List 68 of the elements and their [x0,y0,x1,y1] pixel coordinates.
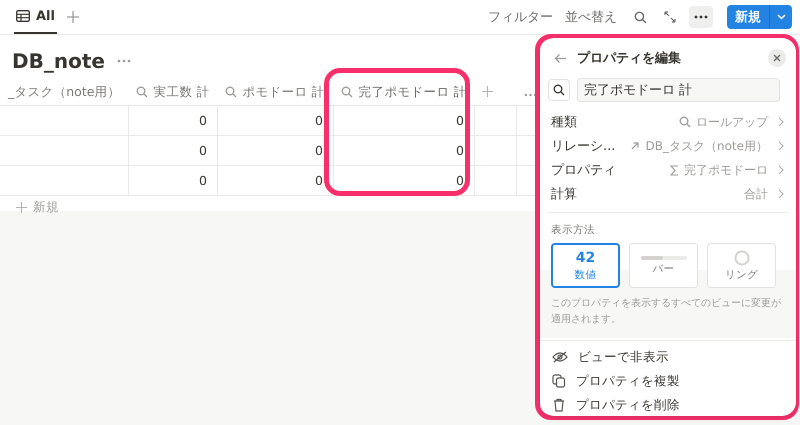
more-icon[interactable] [524,92,538,96]
eye-slash-icon [552,351,568,363]
toolbar-link[interactable]: フィルター [488,8,553,26]
chevron-icon [778,165,784,175]
help-text: このプロパティを表示するすべてのビューに変更が適用されます。 [551,298,781,325]
display-option[interactable]: 42 数値 [551,243,620,288]
field-value[interactable]: ロールアップ [696,114,768,130]
field-label: 種類 [551,114,577,131]
column-header[interactable]: 実工数 計 [153,84,210,100]
bar-preview-icon [640,256,686,260]
menu-item[interactable]: ビューで非表示 [540,345,681,369]
chevron-icon [778,141,784,151]
search-icon [341,86,354,98]
menu-item[interactable]: プロパティを削除 [540,393,692,416]
database-title: DB_note [12,49,105,73]
caret-icon [776,14,786,20]
table-cell: 0 [456,173,464,188]
search-icon [679,116,691,128]
chevron-icon [778,189,784,199]
table-cell: 0 [314,113,323,128]
table-cell: 0 [314,173,323,188]
table-icon [16,10,30,22]
column-header[interactable]: 完了ポモドーロ 計 [358,84,466,100]
chevron-icon [778,117,784,127]
new-button[interactable]: 新規 [727,5,792,29]
more-icon[interactable] [116,59,131,63]
toolbar-link[interactable]: 並べ替え [565,8,617,26]
field-value[interactable]: DB_タスク（note用） [645,138,768,154]
new-row-button[interactable]: 新規 [16,196,59,216]
add-view-icon[interactable] [66,11,79,23]
more-icon [694,15,708,19]
close-button[interactable] [768,49,786,67]
panel-title: プロパティを編集 [577,50,682,67]
ring-icon [734,250,750,266]
table-cell: 0 [198,173,207,188]
table-cell: 0 [456,143,464,158]
sigma-icon [670,164,679,176]
table-cell: 0 [314,143,323,158]
search-icon [136,86,148,98]
column-header[interactable]: _タスク（note用） [8,84,120,100]
more-button[interactable] [689,6,713,28]
property-icon-button[interactable] [548,79,570,101]
table-cell: 0 [198,143,207,158]
view-tab[interactable]: All [14,0,57,34]
section-heading: 表示方法 [551,224,595,236]
field-label: プロパティ [551,162,616,179]
menu-item[interactable]: プロパティを複製 [540,369,692,393]
field-label: 計算 [551,186,577,203]
plus-icon [16,202,27,213]
table-cell: 0 [198,113,207,128]
expand-icon [664,11,676,23]
display-option[interactable]: リング [707,243,776,288]
table-cell: 0 [456,113,464,128]
duplicate-icon [552,374,566,388]
trash-icon [552,398,566,412]
search-icon [553,84,565,96]
back-arrow-icon[interactable] [554,52,567,64]
display-option[interactable]: バー [629,243,698,288]
number-preview: 42 [576,250,596,266]
property-name-field[interactable]: 完了ポモドーロ 計 [577,78,780,102]
search-icon [634,10,646,24]
field-value[interactable]: 完了ポモドーロ [684,162,768,178]
close-icon [773,54,781,62]
field-label: リレーシ... [551,138,616,155]
column-header[interactable]: ポモドーロ 計 [242,84,324,100]
search-icon [225,86,238,98]
field-value[interactable]: 合計 [744,186,768,202]
arrow-icon [630,141,640,151]
